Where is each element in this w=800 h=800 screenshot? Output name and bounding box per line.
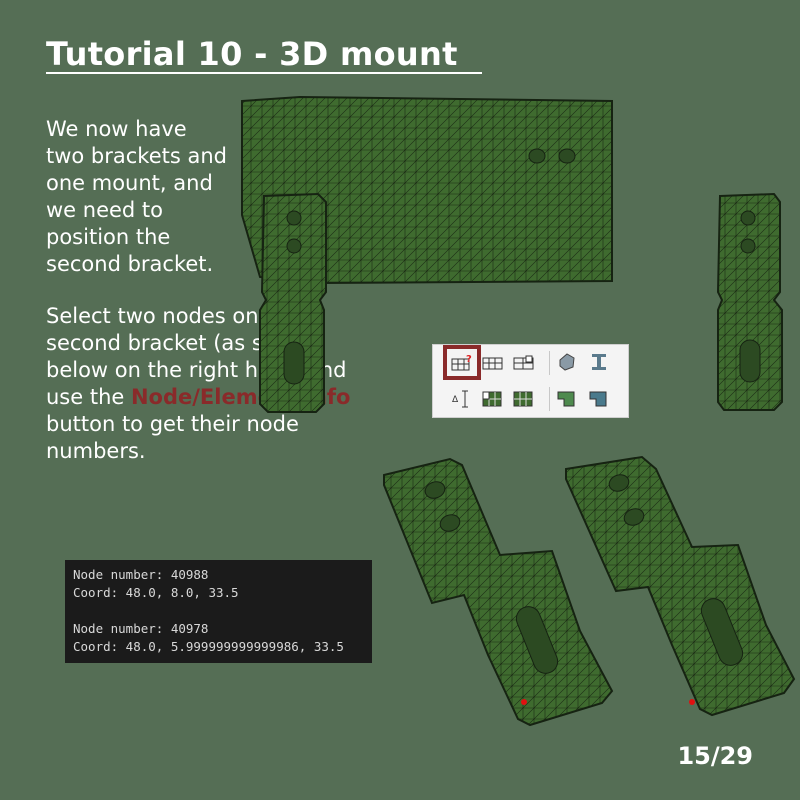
bracket-iso-right-mesh (565, 455, 796, 717)
intro-line: We now have (46, 117, 187, 141)
console-line: Node number: 40988 (73, 567, 209, 582)
bracket-left-mesh (259, 192, 327, 413)
surface-edit-icon[interactable] (588, 389, 610, 409)
intro-line: we need to (46, 198, 164, 222)
instruction-after: button to get their node numbers. (46, 412, 299, 463)
intro-text: We now have two brackets and one mount, … (46, 116, 246, 278)
geometry-solid-icon[interactable] (556, 352, 578, 372)
mesh-fill-icon[interactable] (513, 389, 535, 409)
svg-text:Δ: Δ (452, 395, 459, 405)
measure-icon[interactable]: Δ (451, 389, 473, 409)
toolbar-separator (549, 387, 550, 411)
mesh-grid-alt-icon[interactable] (513, 353, 535, 373)
node-element-info-icon[interactable]: ? (451, 353, 473, 373)
toolbar-separator (549, 351, 550, 375)
slide-title: Tutorial 10 - 3D mount (46, 36, 482, 74)
surface-select-icon[interactable] (556, 389, 578, 409)
intro-line: position the (46, 225, 171, 249)
beam-section-icon[interactable] (588, 352, 610, 372)
console-line: Coord: 48.0, 5.999999999999986, 33.5 (73, 639, 344, 654)
mesh-toolbar: ? Δ (432, 344, 629, 418)
intro-line: two brackets and (46, 144, 228, 168)
console-output: Node number: 40988 Coord: 48.0, 8.0, 33.5… (65, 560, 372, 663)
intro-line: one mount, and (46, 171, 213, 195)
svg-text:?: ? (466, 354, 472, 365)
console-line: Coord: 48.0, 8.0, 33.5 (73, 585, 239, 600)
console-line: Node number: 40978 (73, 621, 209, 636)
intro-line: second bracket. (46, 252, 214, 276)
mesh-grid-icon[interactable] (482, 353, 504, 373)
page-indicator: 15/29 (677, 742, 753, 770)
mesh-quality-icon[interactable] (482, 389, 504, 409)
bracket-right-mesh (716, 192, 783, 411)
